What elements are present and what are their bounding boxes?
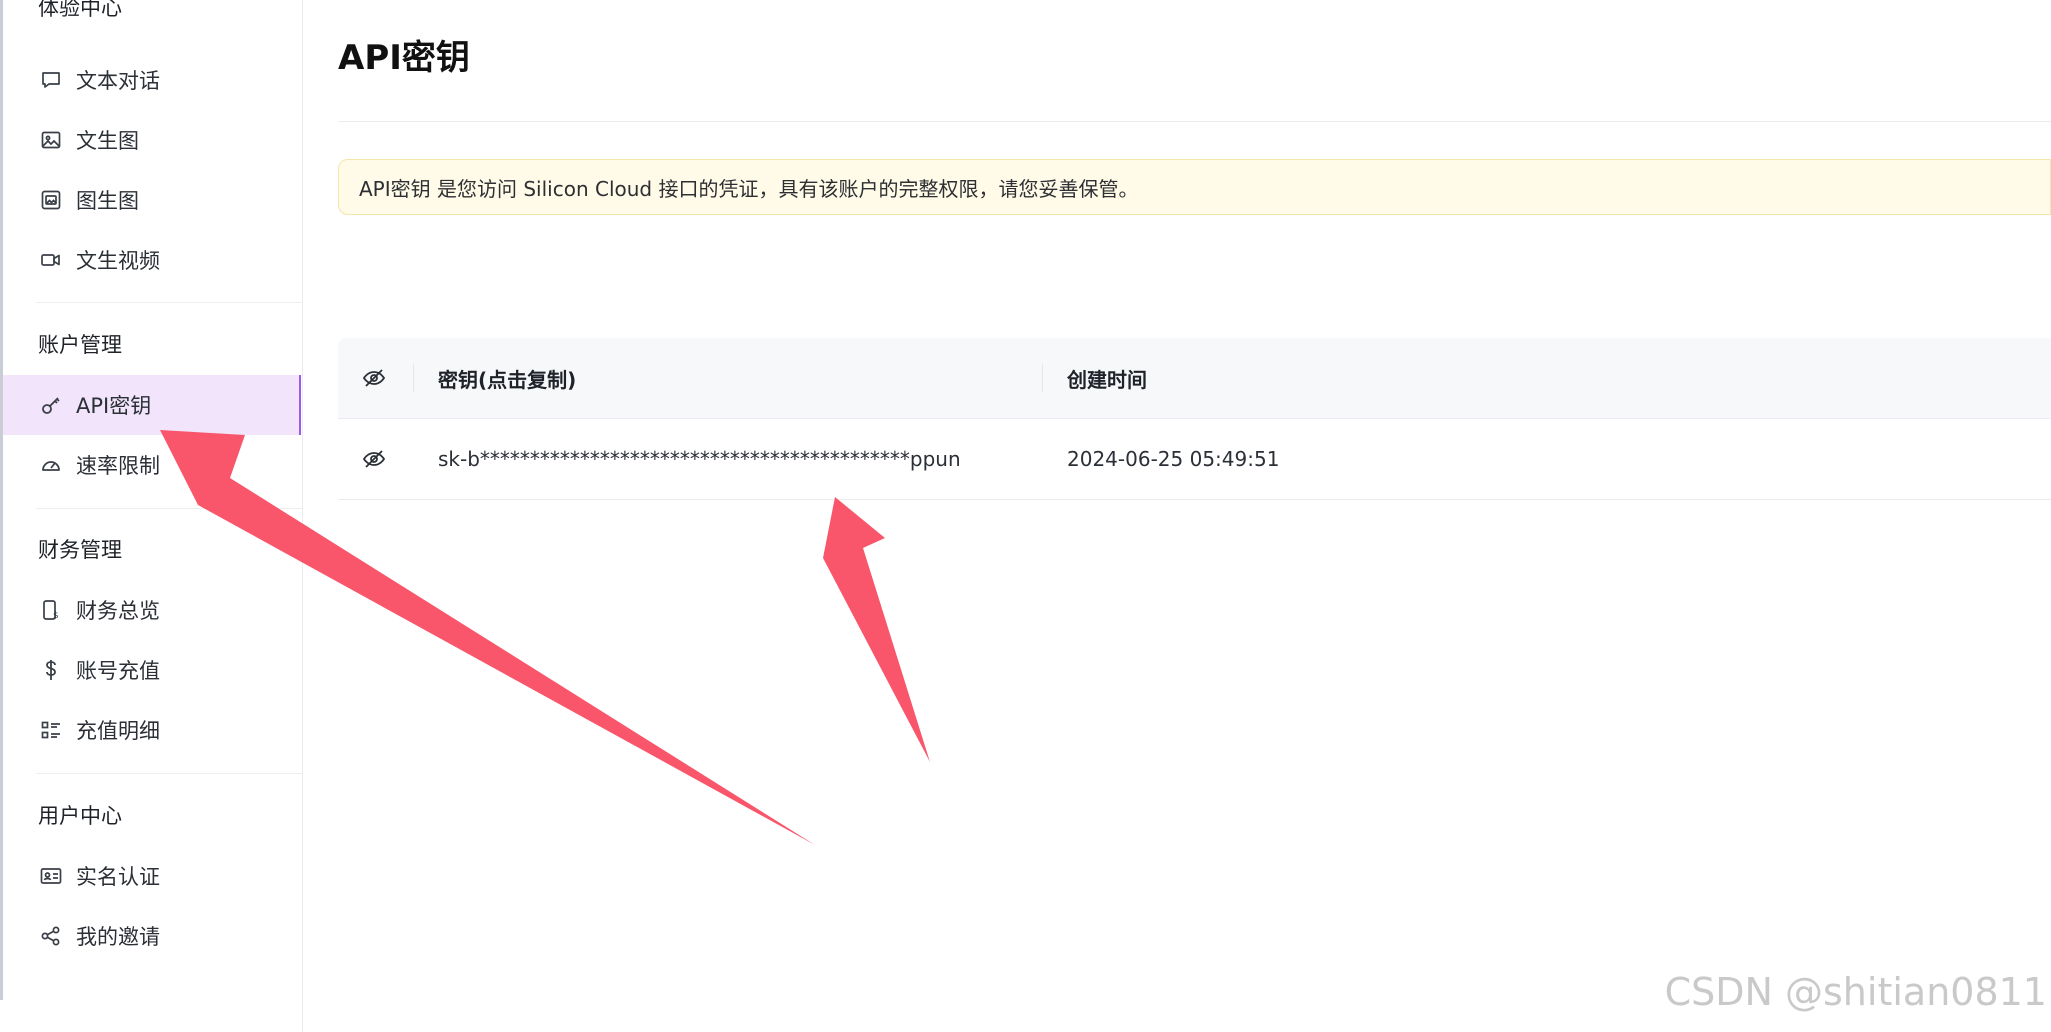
sidebar-item-text-to-image[interactable]: 文生图 [3,110,301,170]
header-divider [338,121,2051,122]
sidebar-item-label: 充值明细 [76,719,160,743]
chat-bubble-icon [38,67,64,93]
group-title-account: 账户管理 [38,333,122,357]
sidebar-divider [36,773,302,774]
sidebar-item-label: 账号充值 [76,659,160,683]
sidebar-item-recharge-details[interactable]: 充值明细 [3,700,301,760]
sidebar: 体验中心 文本对话 文生图 图生图 文生视频 账户管理 API密钥 速率限制 财… [0,0,303,1032]
column-separator [413,364,414,392]
column-separator [1042,364,1043,392]
sidebar-item-image-to-image[interactable]: 图生图 [3,170,301,230]
sidebar-item-text-chat[interactable]: 文本对话 [3,50,301,110]
arrow-to-api-key-value [823,497,930,762]
dollar-icon [38,657,64,683]
table-header: 密钥(点击复制) 创建时间 [338,338,2051,419]
table-row: sk-b************************************… [338,419,2051,500]
sidebar-item-label: 文本对话 [76,69,160,93]
notice-banner: API密钥 是您访问 Silicon Cloud 接口的凭证，具有该账户的完整权… [338,159,2051,215]
column-header-created: 创建时间 [1067,367,1147,392]
speedometer-icon [38,452,64,478]
sidebar-divider [36,508,302,509]
annotation-arrows [160,430,930,845]
sidebar-item-finance-overview[interactable]: $ 财务总览 [3,580,301,640]
sidebar-item-text-to-video[interactable]: 文生视频 [3,230,301,290]
group-title-finance: 财务管理 [38,538,122,562]
sidebar-item-my-invitations[interactable]: 我的邀请 [3,906,301,966]
column-header-key: 密钥(点击复制) [438,367,577,392]
eye-slash-icon[interactable] [362,419,402,499]
sidebar-item-label: 我的邀请 [76,925,160,949]
notice-text: API密钥 是您访问 Silicon Cloud 接口的凭证，具有该账户的完整权… [359,176,1139,201]
eye-slash-icon[interactable] [362,338,402,418]
sidebar-item-label: 实名认证 [76,865,160,889]
key-icon [38,392,64,418]
list-detail-icon [38,717,64,743]
sidebar-item-label: API密钥 [76,394,152,418]
api-key-value[interactable]: sk-b************************************… [438,419,961,499]
sidebar-item-label: 文生视频 [76,249,160,273]
sidebar-item-label: 图生图 [76,189,139,213]
share-icon [38,923,64,949]
sidebar-item-label: 速率限制 [76,454,160,478]
page: 体验中心 文本对话 文生图 图生图 文生视频 账户管理 API密钥 速率限制 财… [0,0,2051,1032]
sidebar-item-recharge[interactable]: 账号充值 [3,640,301,700]
video-camera-icon [38,247,64,273]
watermark: CSDN @shitian0811 [1664,970,2047,1014]
sidebar-item-api-keys[interactable]: API密钥 [3,375,301,435]
created-time: 2024-06-25 05:49:51 [1067,447,1280,471]
images-icon [38,187,64,213]
sidebar-item-label: 财务总览 [76,599,160,623]
sidebar-item-label: 文生图 [76,129,139,153]
api-key-table: 密钥(点击复制) 创建时间 sk-b**********************… [338,338,2051,500]
sidebar-divider [36,302,302,303]
billing-device-icon: $ [38,597,64,623]
svg-text:$: $ [53,611,59,621]
sidebar-item-real-name-verification[interactable]: 实名认证 [3,846,301,906]
image-icon [38,127,64,153]
id-card-icon [38,863,64,889]
group-title-experience: 体验中心 [38,0,122,20]
group-title-user-center: 用户中心 [38,804,122,828]
page-title: API密钥 [338,38,470,78]
sidebar-item-rate-limit[interactable]: 速率限制 [3,435,301,495]
